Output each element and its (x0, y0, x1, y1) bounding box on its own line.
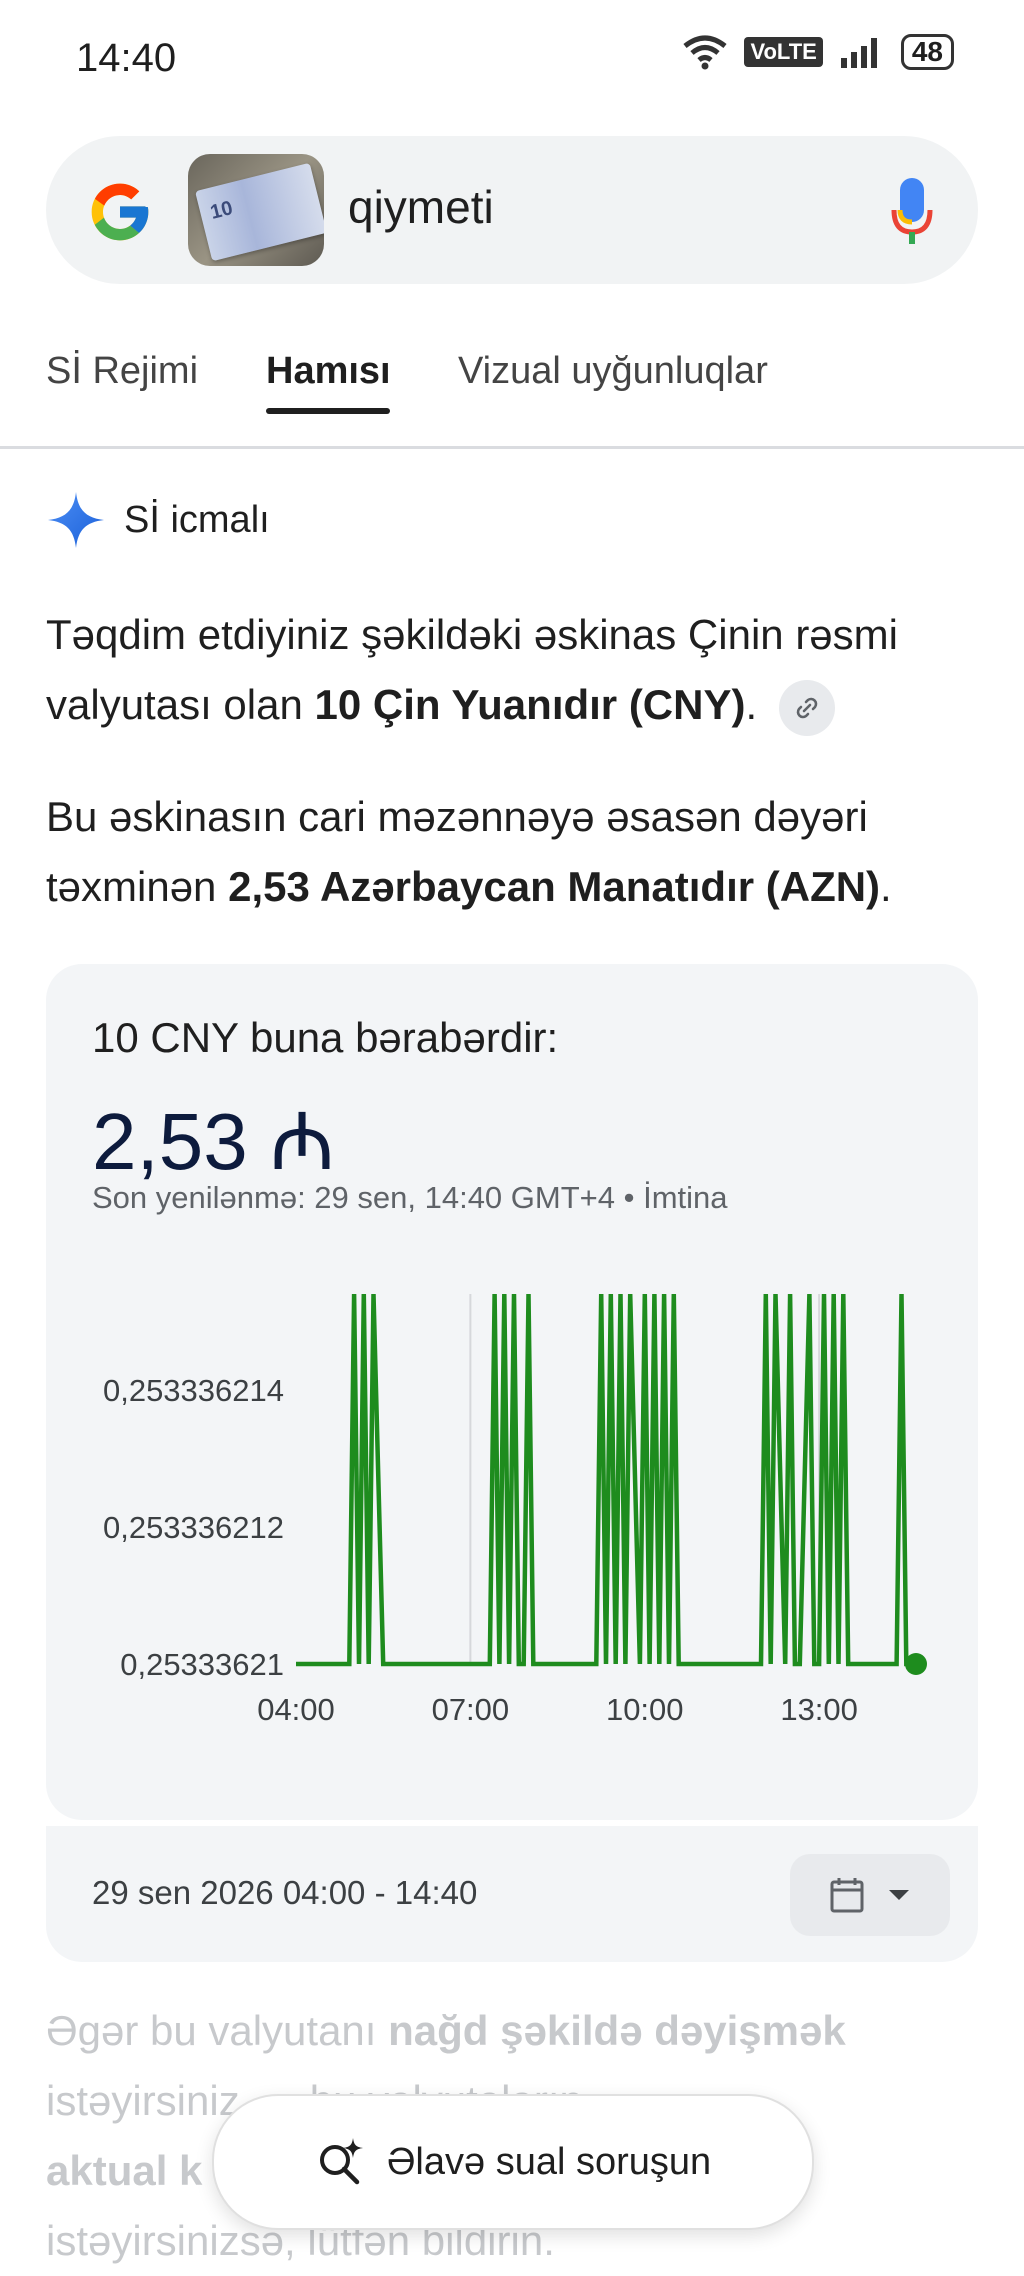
date-range-text: 29 sen 2026 04:00 - 14:40 (92, 1874, 478, 1911)
battery-indicator: 48 (900, 34, 954, 70)
ai-overview-header: Sİ icmalı (46, 490, 270, 550)
tab-visual-matches[interactable]: Vizual uyğunluqlar (458, 350, 768, 393)
calendar-icon (830, 1878, 864, 1913)
currency-converter-card: 10 CNY buna bərabərdir: 2,53 ₼ Son yenil… (46, 964, 978, 1820)
search-bar[interactable]: 10 qiymeti (46, 136, 978, 284)
para1-end: . (745, 681, 758, 728)
search-sparkle-icon (319, 2138, 363, 2185)
banknote-image: 10 (195, 162, 324, 262)
caret-down-icon (889, 1890, 909, 1900)
sparkle-icon (48, 492, 104, 548)
chart-x-tick-label: 10:00 (606, 1692, 684, 1727)
converter-meta: Son yenilənmə: 29 sen, 14:40 GMT+4 • İmt… (92, 1180, 728, 1215)
tab-all[interactable]: Hamısı (266, 350, 391, 393)
status-time: 14:40 (76, 36, 177, 80)
para2-end: . (880, 863, 892, 910)
active-tab-indicator (266, 408, 390, 414)
search-input[interactable]: qiymeti (348, 180, 494, 234)
chart-x-tick-label: 07:00 (432, 1692, 510, 1727)
chart-y-tick-label: 0,25333621 (120, 1647, 284, 1682)
ai-overview-title: Sİ icmalı (124, 498, 270, 541)
converter-label: 10 CNY buna bərabərdir: (92, 1014, 559, 1061)
continuation-bold-1: nağd şəkildə dəyişmək (388, 2007, 846, 2054)
ai-paragraph-2: Bu əskinasın cari məzənnəyə əsasən dəyər… (46, 782, 976, 922)
tab-bar: Sİ Rejimi Hamısı Vizual uyğunluqlar (0, 340, 1024, 449)
date-range-bar: 29 sen 2026 04:00 - 14:40 (46, 1826, 978, 1962)
exchange-rate-chart: 0,253336214 0,253336212 0,25333621 04:00 07:… (103, 1293, 927, 1727)
volte-badge: VoLTE (744, 37, 823, 67)
converter-value: 2,53 ₼ (92, 1097, 335, 1186)
status-bar: 14:40 VoLTE 48 (0, 0, 1024, 120)
chart-y-tick-label: 0,253336212 (103, 1510, 284, 1545)
ask-followup-button[interactable]: Əlavə sual soruşun (212, 2094, 814, 2230)
chart-series-line (296, 1293, 916, 1667)
chart-y-tick-label: 0,253336214 (103, 1373, 284, 1408)
tab-ai-mode[interactable]: Sİ Rejimi (46, 350, 198, 393)
ai-paragraph-1: Təqdim etdiyiniz şəkildəki əskinas Çinin… (46, 600, 976, 740)
para1-bold: 10 Çin Yuanıdır (CNY) (314, 681, 746, 728)
chart-x-tick-label: 04:00 (257, 1692, 335, 1727)
continuation-pre: Əgər bu valyutanı (46, 2007, 389, 2054)
chart-x-tick-label: 13:00 (780, 1692, 858, 1727)
link-icon (796, 697, 818, 719)
banknote-denomination: 10 (208, 197, 236, 224)
wifi-icon (683, 35, 727, 70)
followup-label: Əlavə sual soruşun (386, 2140, 712, 2183)
google-logo-icon[interactable] (86, 178, 154, 246)
status-icons: VoLTE 48 (682, 34, 954, 70)
chart-current-point (905, 1653, 927, 1675)
date-picker-button[interactable] (790, 1854, 950, 1936)
image-thumbnail[interactable]: 10 (188, 154, 324, 266)
signal-icon (840, 38, 877, 68)
continuation-bold-2: aktual k (46, 2147, 203, 2194)
microphone-icon[interactable] (890, 176, 934, 248)
source-link-button[interactable] (778, 679, 835, 736)
para2-bold: 2,53 Azərbaycan Manatıdır (AZN) (228, 863, 881, 910)
